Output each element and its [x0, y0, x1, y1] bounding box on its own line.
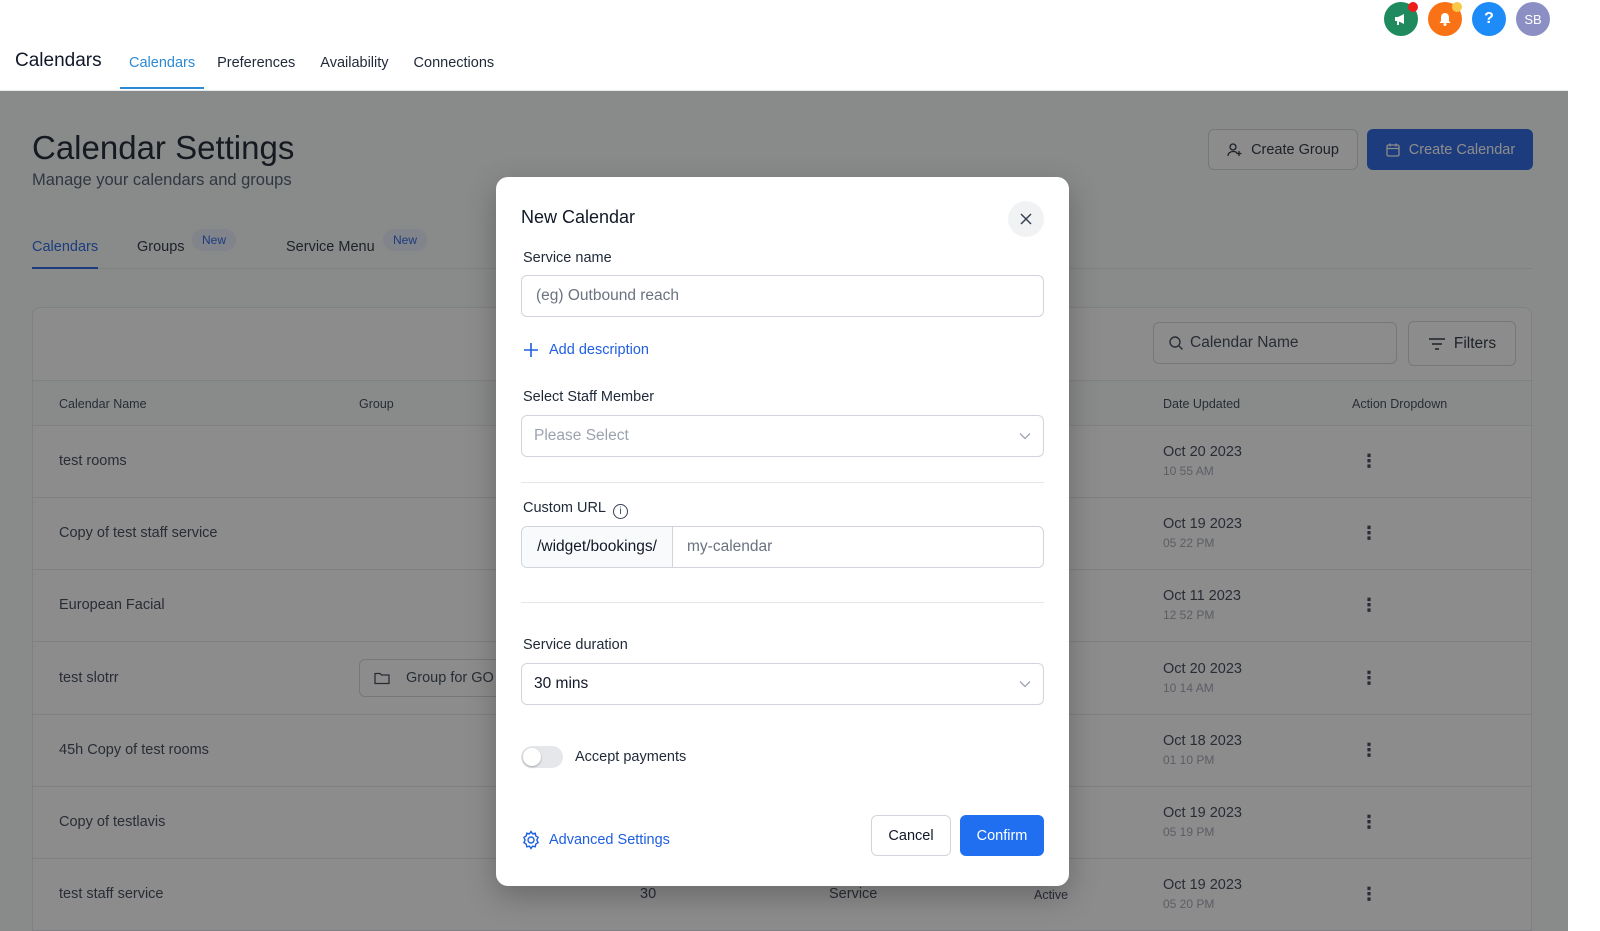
service-name-label: Service name: [523, 250, 612, 266]
close-icon: [1020, 213, 1032, 225]
duration-select[interactable]: 30 mins: [521, 663, 1044, 705]
info-icon[interactable]: i: [613, 504, 628, 519]
top-header: Calendars Calendars Preferences Availabi…: [0, 0, 1568, 91]
accept-payments-toggle[interactable]: [521, 746, 563, 768]
cancel-button[interactable]: Cancel: [871, 815, 951, 856]
custom-url-label-text: Custom URL: [523, 500, 606, 516]
service-name-placeholder: (eg) Outbound reach: [536, 287, 680, 304]
gear-icon: [522, 830, 540, 850]
tab-connections[interactable]: Connections: [402, 48, 507, 89]
top-icons: ? SB: [1384, 2, 1560, 36]
plus-icon: [524, 343, 538, 357]
tab-availability[interactable]: Availability: [308, 48, 400, 89]
custom-url-input[interactable]: /widget/bookings/ my-calendar: [521, 526, 1044, 568]
announcement-dot: [1408, 2, 1418, 12]
staff-select[interactable]: Please Select: [521, 415, 1044, 457]
confirm-button[interactable]: Confirm: [960, 815, 1044, 856]
close-button[interactable]: [1008, 201, 1044, 237]
url-prefix: /widget/bookings/: [522, 527, 673, 567]
chevron-down-icon: [1019, 681, 1031, 688]
tab-calendars[interactable]: Calendars: [120, 48, 205, 89]
service-name-input[interactable]: (eg) Outbound reach: [521, 275, 1044, 317]
help-icon[interactable]: ?: [1472, 2, 1506, 36]
add-description-button[interactable]: Add description: [523, 342, 649, 358]
app-title: Calendars: [15, 50, 102, 71]
divider: [521, 482, 1044, 483]
duration-label: Service duration: [523, 637, 628, 653]
duration-value: 30 mins: [534, 675, 589, 692]
avatar[interactable]: SB: [1516, 2, 1550, 36]
add-description-label: Add description: [549, 342, 649, 358]
new-calendar-modal: New Calendar Service name (eg) Outbound …: [496, 177, 1069, 886]
advanced-settings-label: Advanced Settings: [549, 832, 670, 848]
custom-url-label: Custom URL i: [523, 500, 628, 519]
tab-preferences[interactable]: Preferences: [205, 48, 307, 89]
bell-icon[interactable]: [1428, 2, 1462, 36]
accept-payments-label: Accept payments: [575, 749, 687, 765]
staff-label: Select Staff Member: [523, 389, 655, 405]
advanced-settings-link[interactable]: Advanced Settings: [521, 830, 670, 850]
url-value: my-calendar: [687, 538, 773, 555]
top-nav-tabs: Calendars Preferences Availability Conne…: [120, 48, 507, 89]
chevron-down-icon: [1019, 433, 1031, 440]
toggle-knob: [523, 748, 541, 766]
megaphone-icon[interactable]: [1384, 2, 1418, 36]
notification-dot: [1452, 2, 1462, 12]
modal-title: New Calendar: [521, 207, 636, 227]
divider: [521, 602, 1044, 603]
staff-placeholder: Please Select: [534, 427, 629, 444]
